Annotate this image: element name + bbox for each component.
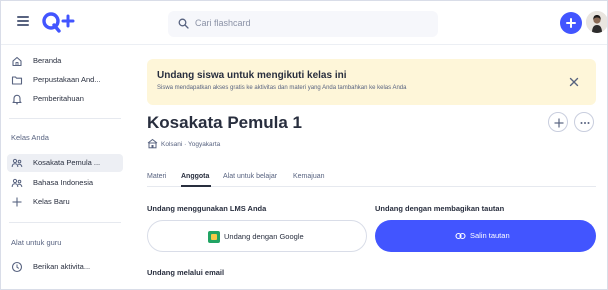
avatar[interactable] [586,11,607,33]
sidebar-item-assign-activity[interactable]: Berikan aktivita... [7,258,123,276]
menu-icon[interactable] [17,16,29,26]
tab-kemajuan[interactable]: Kemajuan [293,173,325,180]
invite-google-button[interactable]: Undang dengan Google [147,220,367,252]
google-classroom-icon [208,231,220,243]
sidebar-divider [9,222,121,223]
sidebar-item-label: Beranda [33,56,62,65]
banner-title: Undang siswa untuk mengikuti kelas ini [157,70,347,81]
sidebar-item-class-kosakata[interactable]: Kosakata Pemula ... [7,154,123,172]
top-bar: Cari flashcard [1,1,607,45]
google-button-label: Undang dengan Google [224,232,304,241]
search-bar[interactable]: Cari flashcard [168,11,438,37]
more-options-button[interactable] [574,112,594,132]
home-icon [12,56,22,67]
sidebar-item-label: Bahasa Indonesia [33,178,94,187]
tab-materi[interactable]: Materi [147,173,166,180]
app-window: Cari flashcard Beranda Perpustakaan And.… [0,0,608,290]
invite-banner: Undang siswa untuk mengikuti kelas ini S… [147,59,596,105]
sidebar-item-notifications[interactable]: Pemberitahuan [7,90,123,108]
teacher-tools-heading: Alat untuk guru [11,238,62,247]
sidebar: Beranda Perpustakaan And... Pemberitahua… [1,46,129,289]
ellipsis-icon [580,122,590,124]
add-button[interactable] [548,112,568,132]
link-icon [455,232,466,240]
link-invite-heading: Undang dengan membagikan tautan [375,204,505,213]
plus-icon [554,118,564,128]
tab-alat-belajar[interactable]: Alat untuk belajar [223,173,277,180]
class-group-icon [11,178,23,188]
quizlet-plus-logo[interactable] [41,10,77,34]
clock-icon [11,261,23,273]
sidebar-item-label: Kosakata Pemula ... [33,158,101,167]
classes-heading: Kelas Anda [11,133,49,142]
sidebar-item-class-bahasa[interactable]: Bahasa Indonesia [7,174,123,192]
plus-icon [12,197,22,207]
class-school: Kolsani · Yogyakarta [161,141,221,148]
folder-icon [11,76,23,85]
sidebar-item-new-class[interactable]: Kelas Baru [7,193,123,211]
email-invite-heading: Undang melalui email [147,268,225,277]
school-icon [147,138,158,149]
sidebar-item-home[interactable]: Beranda [7,52,123,70]
copy-link-button[interactable]: Salin tautan [375,220,596,252]
lms-invite-heading: Undang menggunakan LMS Anda [147,204,267,213]
search-placeholder: Cari flashcard [195,18,251,28]
close-icon[interactable] [567,75,581,89]
create-button[interactable] [560,12,582,34]
class-title: Kosakata Pemula 1 [147,113,302,132]
copy-link-label: Salin tautan [470,231,510,240]
banner-subtitle: Siswa mendapatkan akses gratis ke aktivi… [157,85,407,91]
tab-anggota[interactable]: Anggota [181,173,209,180]
sidebar-item-label: Perpustakaan And... [33,75,101,84]
class-group-icon [11,158,23,168]
class-tabs: Materi Anggota Alat untuk belajar Kemaju… [147,171,596,187]
sidebar-divider [9,118,121,119]
search-icon [178,18,189,29]
sidebar-item-label: Pemberitahuan [33,94,84,103]
user-avatar-icon [586,11,607,33]
active-tab-indicator [181,185,211,187]
sidebar-item-library[interactable]: Perpustakaan And... [7,71,123,89]
sidebar-item-label: Berikan aktivita... [33,262,91,271]
bell-icon [12,94,22,105]
sidebar-item-label: Kelas Baru [33,197,70,206]
